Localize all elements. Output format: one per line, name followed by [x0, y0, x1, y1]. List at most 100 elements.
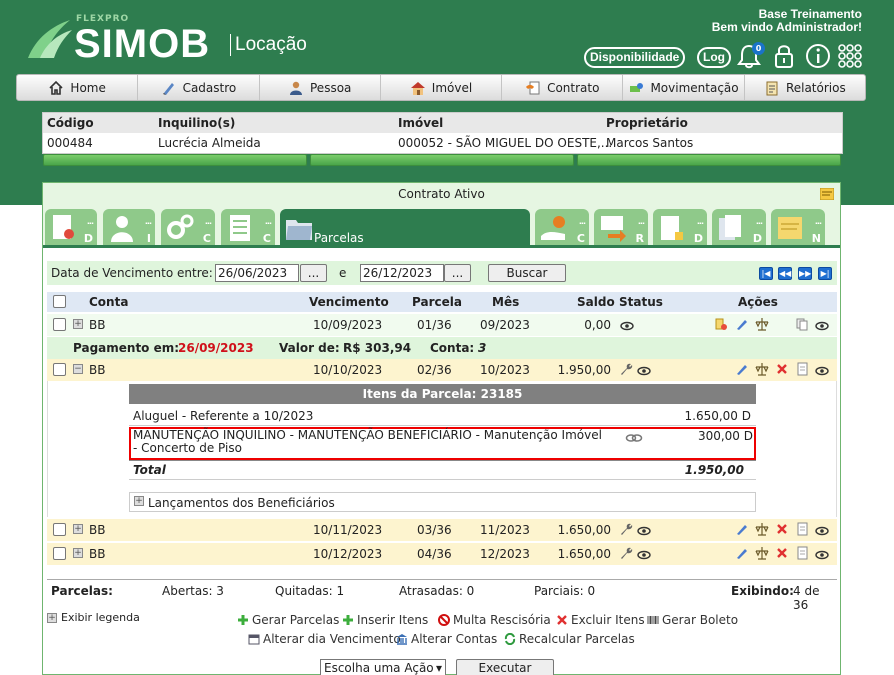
receipt-coin-icon[interactable] — [714, 317, 728, 331]
inserir-itens-link[interactable]: Inserir Itens — [342, 613, 428, 627]
menu-home[interactable]: Home — [17, 75, 139, 100]
date-to-picker-button[interactable]: ... — [444, 264, 471, 282]
eye-icon[interactable] — [637, 524, 651, 538]
document-icon[interactable] — [795, 546, 809, 560]
tab-inquilinos[interactable]: ... I — [103, 209, 155, 247]
row-checkbox[interactable] — [53, 318, 66, 331]
date-from-picker-button[interactable]: ... — [300, 264, 327, 282]
row-mes: 10/2023 — [480, 363, 530, 377]
summary-quitadas: Quitadas: 1 — [275, 584, 345, 598]
eye-icon[interactable] — [637, 548, 651, 562]
scale-icon[interactable] — [755, 362, 769, 376]
eye-icon[interactable] — [637, 364, 651, 378]
row-saldo: 0,00 — [584, 318, 611, 332]
alterar-contas-link[interactable]: Alterar Contas — [396, 632, 497, 646]
delete-icon[interactable] — [775, 522, 789, 536]
wrench-icon[interactable] — [619, 362, 633, 376]
value-inquilino: Lucrécia Almeida — [158, 136, 261, 150]
menu-imovel[interactable]: Imóvel — [381, 75, 503, 100]
document-icon[interactable] — [795, 522, 809, 536]
view-icon[interactable] — [815, 548, 829, 562]
note-icon[interactable] — [820, 188, 834, 200]
edit-icon[interactable] — [735, 522, 749, 536]
edit-icon[interactable] — [735, 362, 749, 376]
gears-icon — [167, 214, 194, 239]
row-parcela: 02/36 — [417, 363, 452, 377]
view-icon[interactable] — [815, 364, 829, 378]
date-to-input[interactable]: 26/12/2023 — [360, 264, 444, 282]
prev-page-button[interactable]: ◀◀ — [778, 267, 792, 280]
view-icon[interactable] — [815, 319, 829, 333]
tab-letter: D — [693, 232, 703, 245]
menu-imovel-label: Imóvel — [431, 80, 473, 95]
lock-icon[interactable] — [770, 42, 798, 70]
delete-icon[interactable] — [775, 546, 789, 560]
tab-parcelas[interactable]: Parcelas — [280, 209, 530, 247]
search-button[interactable]: Buscar — [488, 264, 566, 282]
row-checkbox[interactable] — [53, 547, 66, 560]
summary-exibindo-label: Exibindo: — [731, 584, 794, 598]
eye-icon[interactable] — [620, 319, 634, 333]
payment-info: Pagamento em: 26/09/2023 Valor de: R$ 30… — [47, 337, 837, 359]
menu-relatorios[interactable]: Relatórios — [745, 75, 865, 100]
row-vencimento: 10/11/2023 — [313, 523, 383, 537]
gerar-boleto-link[interactable]: Gerar Boleto — [647, 613, 738, 627]
row-checkbox[interactable] — [53, 363, 66, 376]
info-icon[interactable] — [804, 42, 832, 70]
first-page-button[interactable]: |◀ — [759, 267, 773, 280]
menu-movimentacao[interactable]: Movimentação — [623, 75, 745, 100]
tab-checklist[interactable]: ... C — [221, 209, 275, 247]
expand-toggle[interactable]: + — [73, 319, 83, 329]
report-icon — [766, 81, 778, 95]
menu-pessoa[interactable]: Pessoa — [260, 75, 381, 100]
execute-button[interactable]: Executar — [456, 659, 554, 675]
tab-notas[interactable]: ... N — [771, 209, 825, 247]
tab-demonstrativo[interactable]: ... D — [653, 209, 707, 247]
scale-icon[interactable] — [755, 522, 769, 536]
expand-toggle[interactable]: + — [47, 612, 57, 623]
scale-icon[interactable] — [755, 546, 769, 560]
alterar-dia-link[interactable]: Alterar dia Vencimento — [248, 632, 401, 646]
next-page-button[interactable]: ▶▶ — [798, 267, 812, 280]
edit-icon[interactable] — [735, 317, 749, 331]
expand-toggle[interactable]: + — [73, 548, 83, 558]
scale-icon[interactable] — [755, 317, 769, 331]
menu-cadastro[interactable]: Cadastro — [138, 75, 260, 100]
item-desc: MANUTENÇÃO INQUILINO - MANUTENÇÃO BENEFI… — [133, 428, 602, 455]
tab-repasse[interactable]: ... R — [594, 209, 648, 247]
lancamentos-section[interactable]: + Lançamentos dos Beneficiários — [129, 492, 756, 512]
summary-parcelas: Parcelas: — [51, 584, 113, 598]
row-checkbox[interactable] — [53, 523, 66, 536]
disponibilidade-button[interactable]: Disponibilidade — [584, 47, 686, 68]
transfer-icon — [601, 216, 626, 242]
excluir-itens-link[interactable]: Excluir Itens — [556, 613, 645, 627]
recalcular-parcelas-link[interactable]: Recalcular Parcelas — [504, 632, 635, 646]
wrench-icon[interactable] — [619, 546, 633, 560]
log-button[interactable]: Log — [697, 47, 731, 68]
select-all-checkbox[interactable] — [53, 295, 66, 308]
expand-toggle[interactable]: + — [134, 496, 144, 506]
show-legend[interactable]: + Exibir legenda — [47, 611, 140, 624]
expand-toggle[interactable]: + — [73, 524, 83, 534]
tab-documentos-2[interactable]: ... D — [712, 209, 766, 247]
last-page-button[interactable]: ▶| — [818, 267, 832, 280]
date-from-input[interactable]: 26/06/2023 — [215, 264, 299, 282]
tab-underline — [43, 245, 840, 248]
menu-contrato[interactable]: Contrato — [502, 75, 624, 100]
tab-bar: ... D ... I ... C ... C Parcelas ... C ... R .… — [43, 205, 840, 247]
tab-documentos[interactable]: ... D — [45, 209, 97, 247]
copy-icon[interactable] — [795, 317, 809, 331]
document-icon[interactable] — [795, 362, 809, 376]
filter-and: e — [339, 266, 347, 280]
gerar-parcelas-link[interactable]: Gerar Parcelas — [237, 613, 339, 627]
edit-icon[interactable] — [735, 546, 749, 560]
wrench-icon[interactable] — [619, 522, 633, 536]
tab-configuracoes[interactable]: ... C — [161, 209, 215, 247]
action-select[interactable]: Escolha uma Ação ▾ — [320, 659, 446, 675]
apps-grid-icon[interactable] — [836, 42, 864, 70]
delete-icon[interactable] — [775, 362, 789, 376]
collapse-toggle[interactable]: − — [73, 364, 83, 374]
view-icon[interactable] — [815, 524, 829, 538]
tab-cobranca[interactable]: ... C — [535, 209, 589, 247]
multa-rescisoria-link[interactable]: Multa Rescisória — [438, 613, 551, 627]
